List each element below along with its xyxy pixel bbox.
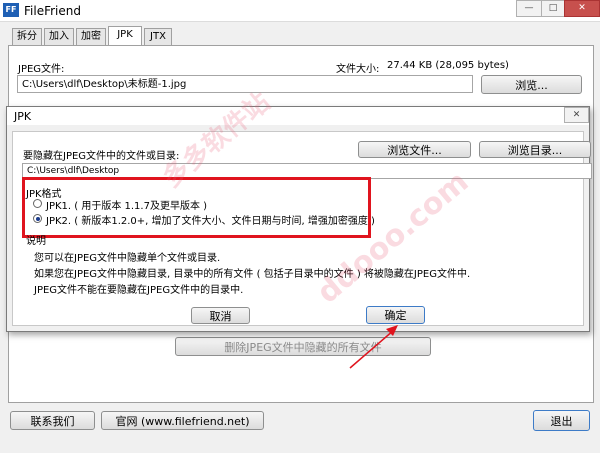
annotation-arrow (349, 325, 398, 369)
